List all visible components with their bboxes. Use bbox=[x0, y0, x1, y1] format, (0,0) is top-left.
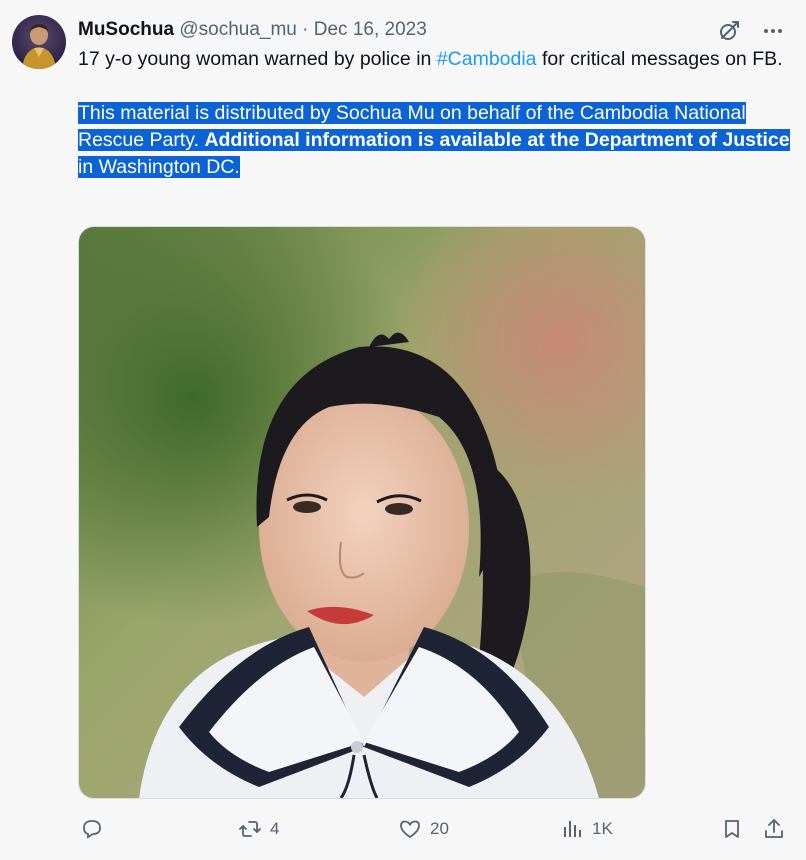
views-icon bbox=[564, 821, 581, 837]
tweet-text-before: 17 y-o young woman warned by police in bbox=[78, 48, 437, 70]
retweet-icon bbox=[239, 821, 261, 837]
tweet-main-text: 17 y-o young woman warned by police in #… bbox=[78, 46, 790, 73]
tweet-text-after: for critical messages on FB. bbox=[536, 48, 783, 70]
author-handle[interactable]: @sochua_mu bbox=[179, 19, 297, 40]
reply-icon bbox=[83, 820, 101, 839]
tweet-actions-bar: 4 20 1K bbox=[0, 812, 806, 848]
author-name[interactable]: MuSochua bbox=[78, 19, 174, 40]
tweet-top-actions bbox=[716, 18, 786, 44]
disclosure-bold1: Additional information is available at t… bbox=[204, 129, 580, 151]
share-icon bbox=[765, 819, 783, 838]
views-button[interactable]: 1K bbox=[560, 817, 613, 841]
views-count: 1K bbox=[592, 819, 613, 838]
disclosure-part2: in Washington DC. bbox=[78, 156, 240, 178]
tweet-card: MuSochua @sochua_mu · Dec 16, 2023 17 y-… bbox=[0, 0, 806, 860]
retweet-count: 4 bbox=[270, 819, 280, 838]
more-icon[interactable] bbox=[760, 18, 786, 44]
meta-separator: · bbox=[302, 19, 309, 40]
tweet-header: MuSochua @sochua_mu · Dec 16, 2023 bbox=[78, 18, 427, 42]
reply-button[interactable] bbox=[80, 817, 112, 841]
grok-icon[interactable] bbox=[716, 18, 742, 44]
like-icon bbox=[400, 820, 420, 839]
disclosure-text: This material is distributed by Sochua M… bbox=[78, 100, 790, 181]
hashtag-link[interactable]: #Cambodia bbox=[437, 48, 537, 70]
share-button[interactable] bbox=[762, 817, 786, 841]
tweet-date[interactable]: Dec 16, 2023 bbox=[314, 19, 427, 40]
like-count: 20 bbox=[430, 819, 449, 838]
tweet-text: 17 y-o young woman warned by police in #… bbox=[78, 46, 790, 181]
like-button[interactable]: 20 bbox=[398, 817, 449, 841]
bookmark-icon bbox=[725, 820, 739, 838]
avatar[interactable] bbox=[12, 15, 66, 69]
bookmark-button[interactable] bbox=[720, 817, 744, 841]
disclosure-bold2: Department of Justice bbox=[584, 129, 790, 151]
retweet-button[interactable]: 4 bbox=[238, 817, 279, 841]
tweet-photo[interactable] bbox=[78, 226, 646, 799]
